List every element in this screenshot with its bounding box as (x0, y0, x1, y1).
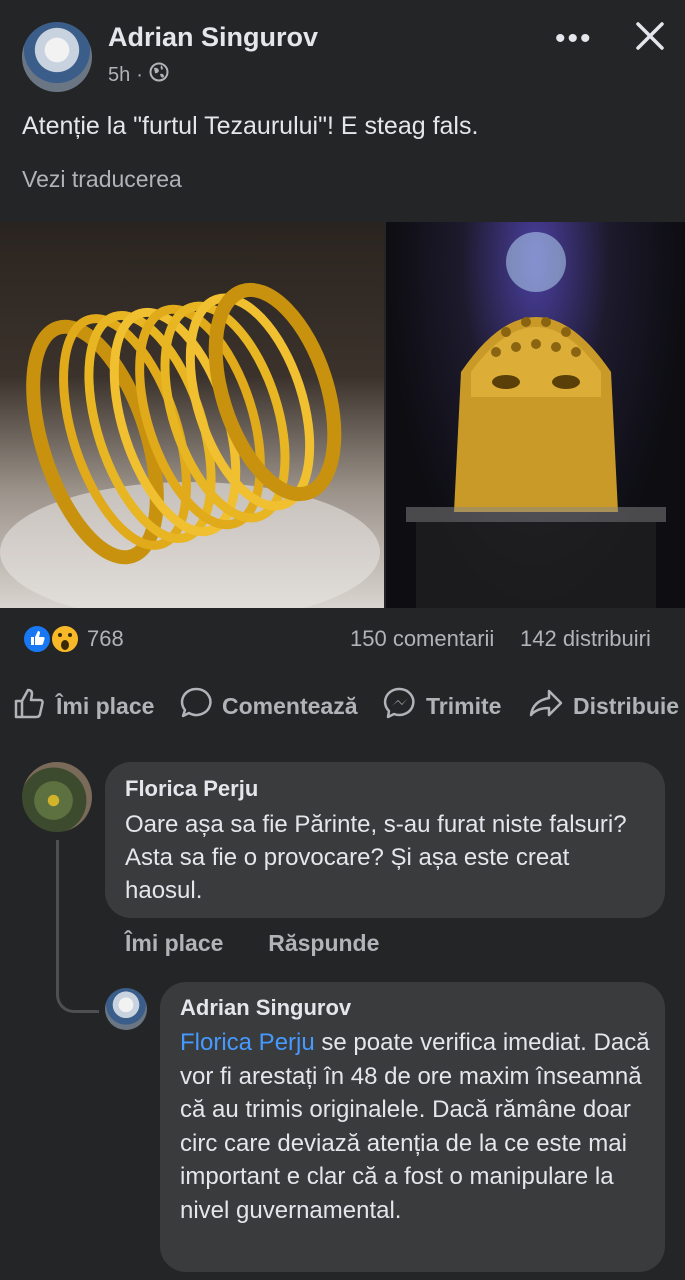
comment-icon (178, 685, 214, 727)
comment-author[interactable]: Florica Perju (125, 776, 258, 802)
post-actions-bar: Îmi place Comentează Trimite Distribuie (0, 685, 685, 729)
mention-link[interactable]: Florica Perju (180, 1029, 315, 1056)
post-photo-bracelet[interactable] (0, 222, 384, 608)
share-button[interactable]: Distribuie (527, 685, 679, 727)
like-button[interactable]: Îmi place (12, 685, 154, 727)
send-label: Trimite (426, 692, 502, 719)
comment-text: Oare așa sa fie Părinte, s-au furat nist… (125, 811, 627, 904)
commenter-avatar[interactable] (22, 762, 92, 832)
comment-reply-link[interactable]: Răspunde (268, 930, 379, 956)
shares-count[interactable]: 142 distribuiri (520, 626, 651, 652)
reaction-count[interactable]: 768 (87, 626, 124, 652)
author-avatar[interactable] (22, 22, 92, 92)
share-icon (527, 685, 565, 727)
comment-label: Comentează (222, 692, 358, 719)
post-time[interactable]: 5h (108, 64, 130, 87)
globe-icon (149, 62, 169, 88)
reply-author-avatar[interactable] (105, 988, 147, 1030)
comment-like-link[interactable]: Îmi place (125, 930, 223, 956)
reply-body: se poate verifica imediat. Dacă vor fi a… (180, 1029, 650, 1224)
reply-author[interactable]: Adrian Singurov (180, 995, 351, 1021)
messenger-icon (382, 685, 418, 727)
more-options-icon[interactable]: ••• (555, 22, 593, 56)
like-label: Îmi place (56, 692, 155, 719)
close-icon[interactable] (632, 18, 668, 54)
send-button[interactable]: Trimite (382, 685, 501, 727)
reply-text: Florica Perju se poate verifica imediat.… (180, 1026, 650, 1227)
author-name[interactable]: Adrian Singurov (108, 22, 318, 53)
post-photo-helmet[interactable] (386, 222, 685, 608)
comment-actions: Îmi place Răspunde (125, 930, 379, 957)
reply-thread-line (56, 840, 99, 1013)
comments-count[interactable]: 150 comentarii (350, 626, 494, 652)
reaction-icons[interactable] (22, 622, 82, 656)
see-translation-link[interactable]: Vezi traducerea (22, 166, 182, 193)
post-text: Atenție la "furtul Tezaurului"! E steag … (22, 112, 479, 140)
share-label: Distribuie (573, 692, 680, 719)
like-icon (12, 685, 48, 727)
comment-button[interactable]: Comentează (178, 685, 357, 727)
meta-separator: · (136, 63, 143, 86)
post-meta: 5h · (108, 62, 169, 88)
